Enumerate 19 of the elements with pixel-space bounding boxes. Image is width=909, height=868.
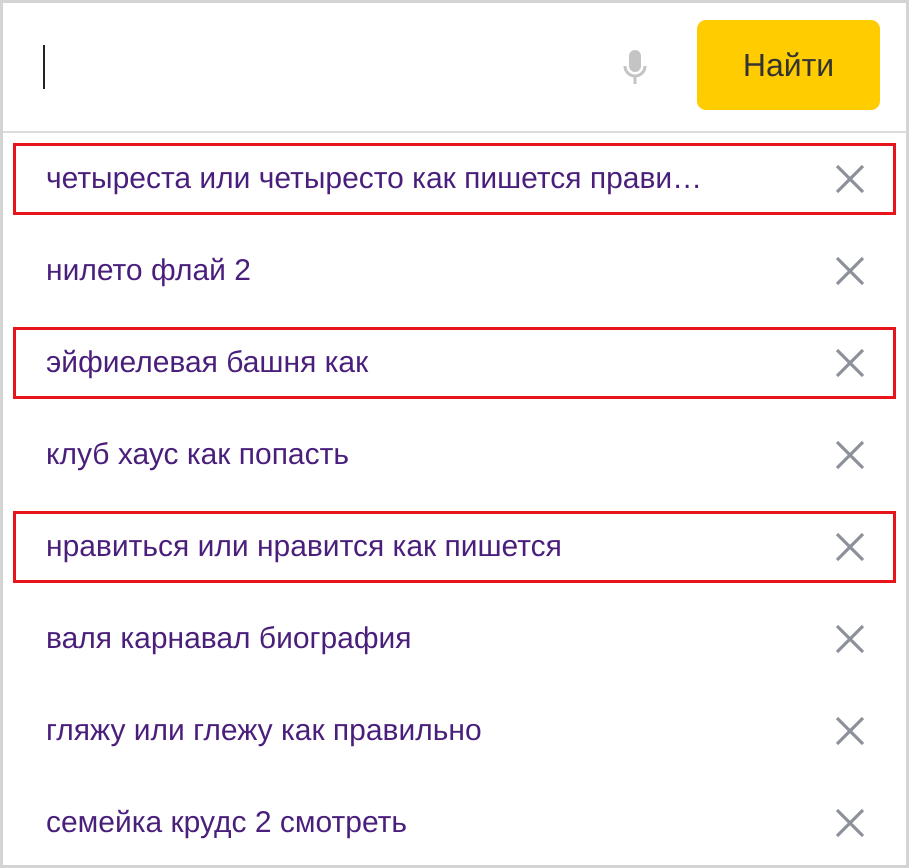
suggestion-text[interactable]: нилето флай 2: [46, 254, 835, 288]
suggestion-text[interactable]: валя карнавал биография: [46, 622, 835, 656]
suggestion-text[interactable]: нравиться или нравится как пишется: [46, 530, 835, 564]
suggestion-text[interactable]: семейка крудс 2 смотреть: [46, 806, 835, 840]
remove-button[interactable]: [835, 624, 865, 654]
remove-button[interactable]: [835, 164, 865, 194]
remove-button[interactable]: [835, 716, 865, 746]
suggestion-text[interactable]: четыреста или четыресто как пишется прави…: [46, 162, 835, 196]
search-button[interactable]: Найти: [697, 20, 880, 110]
remove-button[interactable]: [835, 440, 865, 470]
text-cursor: [43, 45, 45, 89]
remove-button[interactable]: [835, 256, 865, 286]
suggestion-text[interactable]: эйфиелевая башня как: [46, 346, 835, 380]
microphone-icon[interactable]: [623, 50, 647, 84]
suggestion-text[interactable]: клуб хаус как попасть: [46, 438, 835, 472]
remove-button[interactable]: [835, 348, 865, 378]
remove-button[interactable]: [835, 532, 865, 562]
suggestion-text[interactable]: гляжу или глежу как правильно: [46, 714, 835, 748]
remove-button[interactable]: [835, 808, 865, 838]
